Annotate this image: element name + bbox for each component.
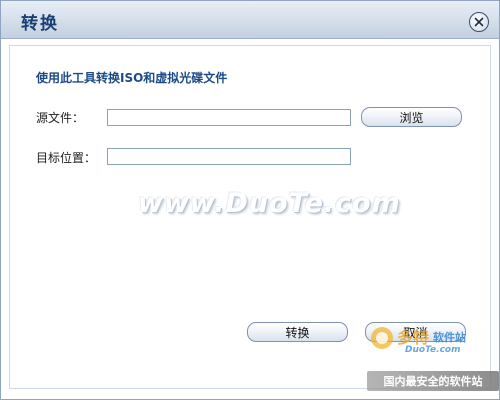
watermark-logo-sub: 软件站: [433, 330, 466, 344]
watermark-footer: 国内最安全的软件站: [367, 371, 499, 391]
browse-button[interactable]: 浏览: [361, 107, 462, 127]
target-location-label: 目标位置：: [36, 151, 97, 165]
target-location-input[interactable]: [107, 148, 351, 165]
convert-button-label: 转换: [285, 325, 310, 340]
dialog-title: 转换: [21, 14, 59, 34]
source-file-input[interactable]: [107, 109, 351, 126]
instruction-heading: 使用此工具转换ISO和虚拟光碟文件: [36, 71, 228, 85]
watermark-logo: 多特 软件站 DuoTe.com: [371, 327, 466, 353]
title-bar: 转换: [1, 1, 499, 39]
convert-button[interactable]: 转换: [247, 322, 348, 342]
watermark-logo-domain: DuoTe.com: [405, 345, 460, 353]
convert-dialog: 转换 使用此工具转换ISO和虚拟光碟文件 源文件： 浏览 目标位置： www.D…: [0, 0, 500, 400]
close-button[interactable]: [469, 12, 489, 32]
close-icon: [474, 17, 484, 27]
source-file-label: 源文件：: [36, 111, 85, 125]
browse-button-label: 浏览: [399, 110, 424, 125]
watermark-text: www.DuoTe.com: [138, 188, 401, 219]
